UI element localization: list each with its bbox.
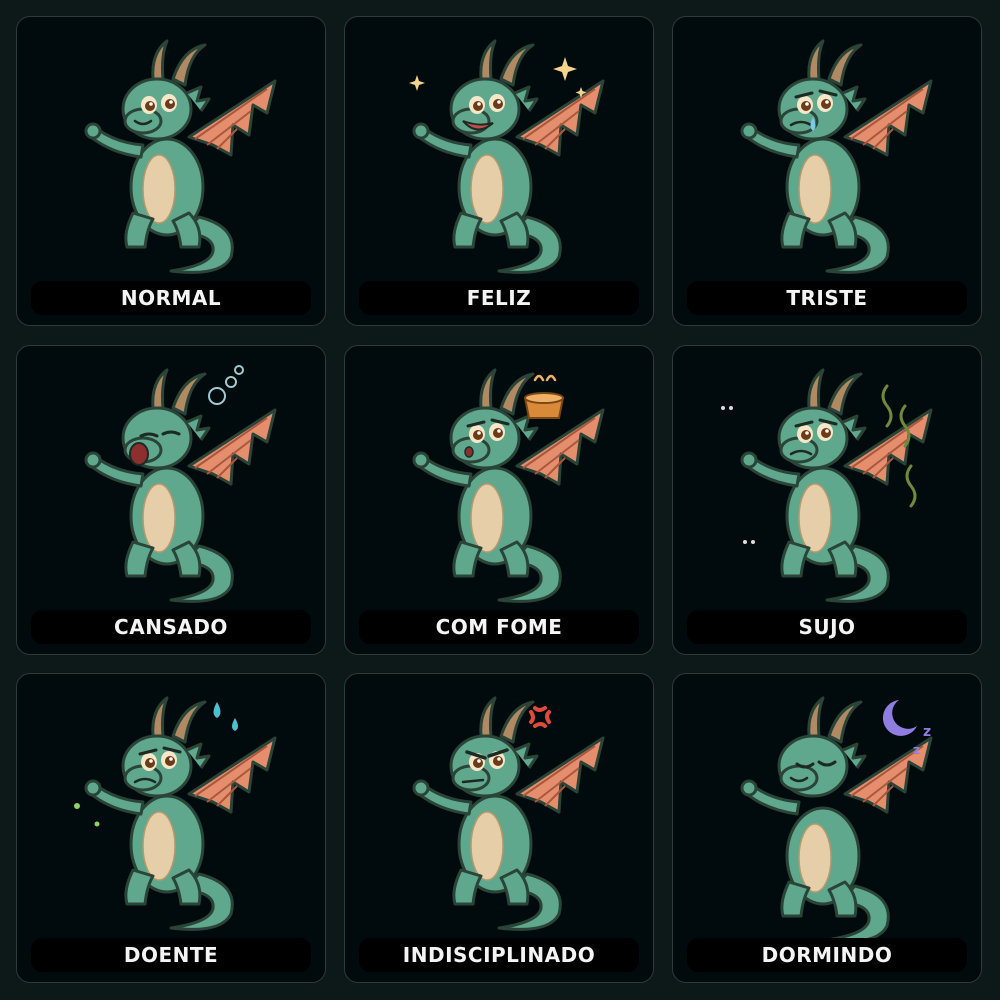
state-label: SUJO — [798, 615, 856, 639]
dragon-normal-image — [84, 39, 277, 274]
state-card-sick: DOENTE — [16, 673, 326, 983]
dragon-sleeping-image: z z — [740, 696, 933, 943]
dragon-tired-image — [84, 365, 277, 603]
svg-text:z: z — [923, 724, 931, 740]
svg-text:z: z — [913, 743, 920, 757]
state-card-normal: NORMAL — [16, 16, 326, 326]
state-label-bar: DOENTE — [31, 938, 311, 972]
state-label-bar: TRISTE — [687, 281, 967, 315]
state-label: TRISTE — [786, 286, 868, 310]
state-label-bar: INDISCIPLINADO — [359, 938, 639, 972]
dragon-happy-image — [409, 39, 605, 274]
state-label-bar: FELIZ — [359, 281, 639, 315]
dragon-angry-image — [412, 696, 605, 931]
state-label: FELIZ — [466, 286, 532, 310]
state-card-happy: FELIZ — [344, 16, 654, 326]
state-label: DOENTE — [123, 943, 219, 967]
anger-mark-icon — [529, 706, 551, 728]
state-card-sleeping: z z DORMINDO — [672, 673, 982, 983]
state-label: COM FOME — [435, 615, 563, 639]
state-label: INDISCIPLINADO — [402, 943, 596, 967]
dragon-sad-image — [740, 39, 933, 274]
state-label-bar: CANSADO — [31, 610, 311, 644]
state-card-sad: TRISTE — [672, 16, 982, 326]
state-card-hungry: COM FOME — [344, 345, 654, 655]
state-label-bar: COM FOME — [359, 610, 639, 644]
state-label-bar: SUJO — [687, 610, 967, 644]
state-label: CANSADO — [114, 615, 228, 639]
state-label: NORMAL — [120, 286, 222, 310]
food-bowl-icon — [523, 374, 565, 419]
dragon-state-grid: NORMAL FELIZ TRISTE CANSADO COM FOME SUJ… — [0, 0, 1000, 1000]
state-label-bar: DORMINDO — [687, 938, 967, 972]
state-label-bar: NORMAL — [31, 281, 311, 315]
dragon-sick-image — [74, 696, 277, 931]
state-label: DORMINDO — [761, 943, 893, 967]
state-card-tired: CANSADO — [16, 345, 326, 655]
bubbles-icon — [208, 365, 244, 405]
dragon-hungry-image — [412, 368, 605, 603]
state-card-dirty: SUJO — [672, 345, 982, 655]
dragon-dirty-image — [721, 368, 933, 603]
state-card-angry: INDISCIPLINADO — [344, 673, 654, 983]
